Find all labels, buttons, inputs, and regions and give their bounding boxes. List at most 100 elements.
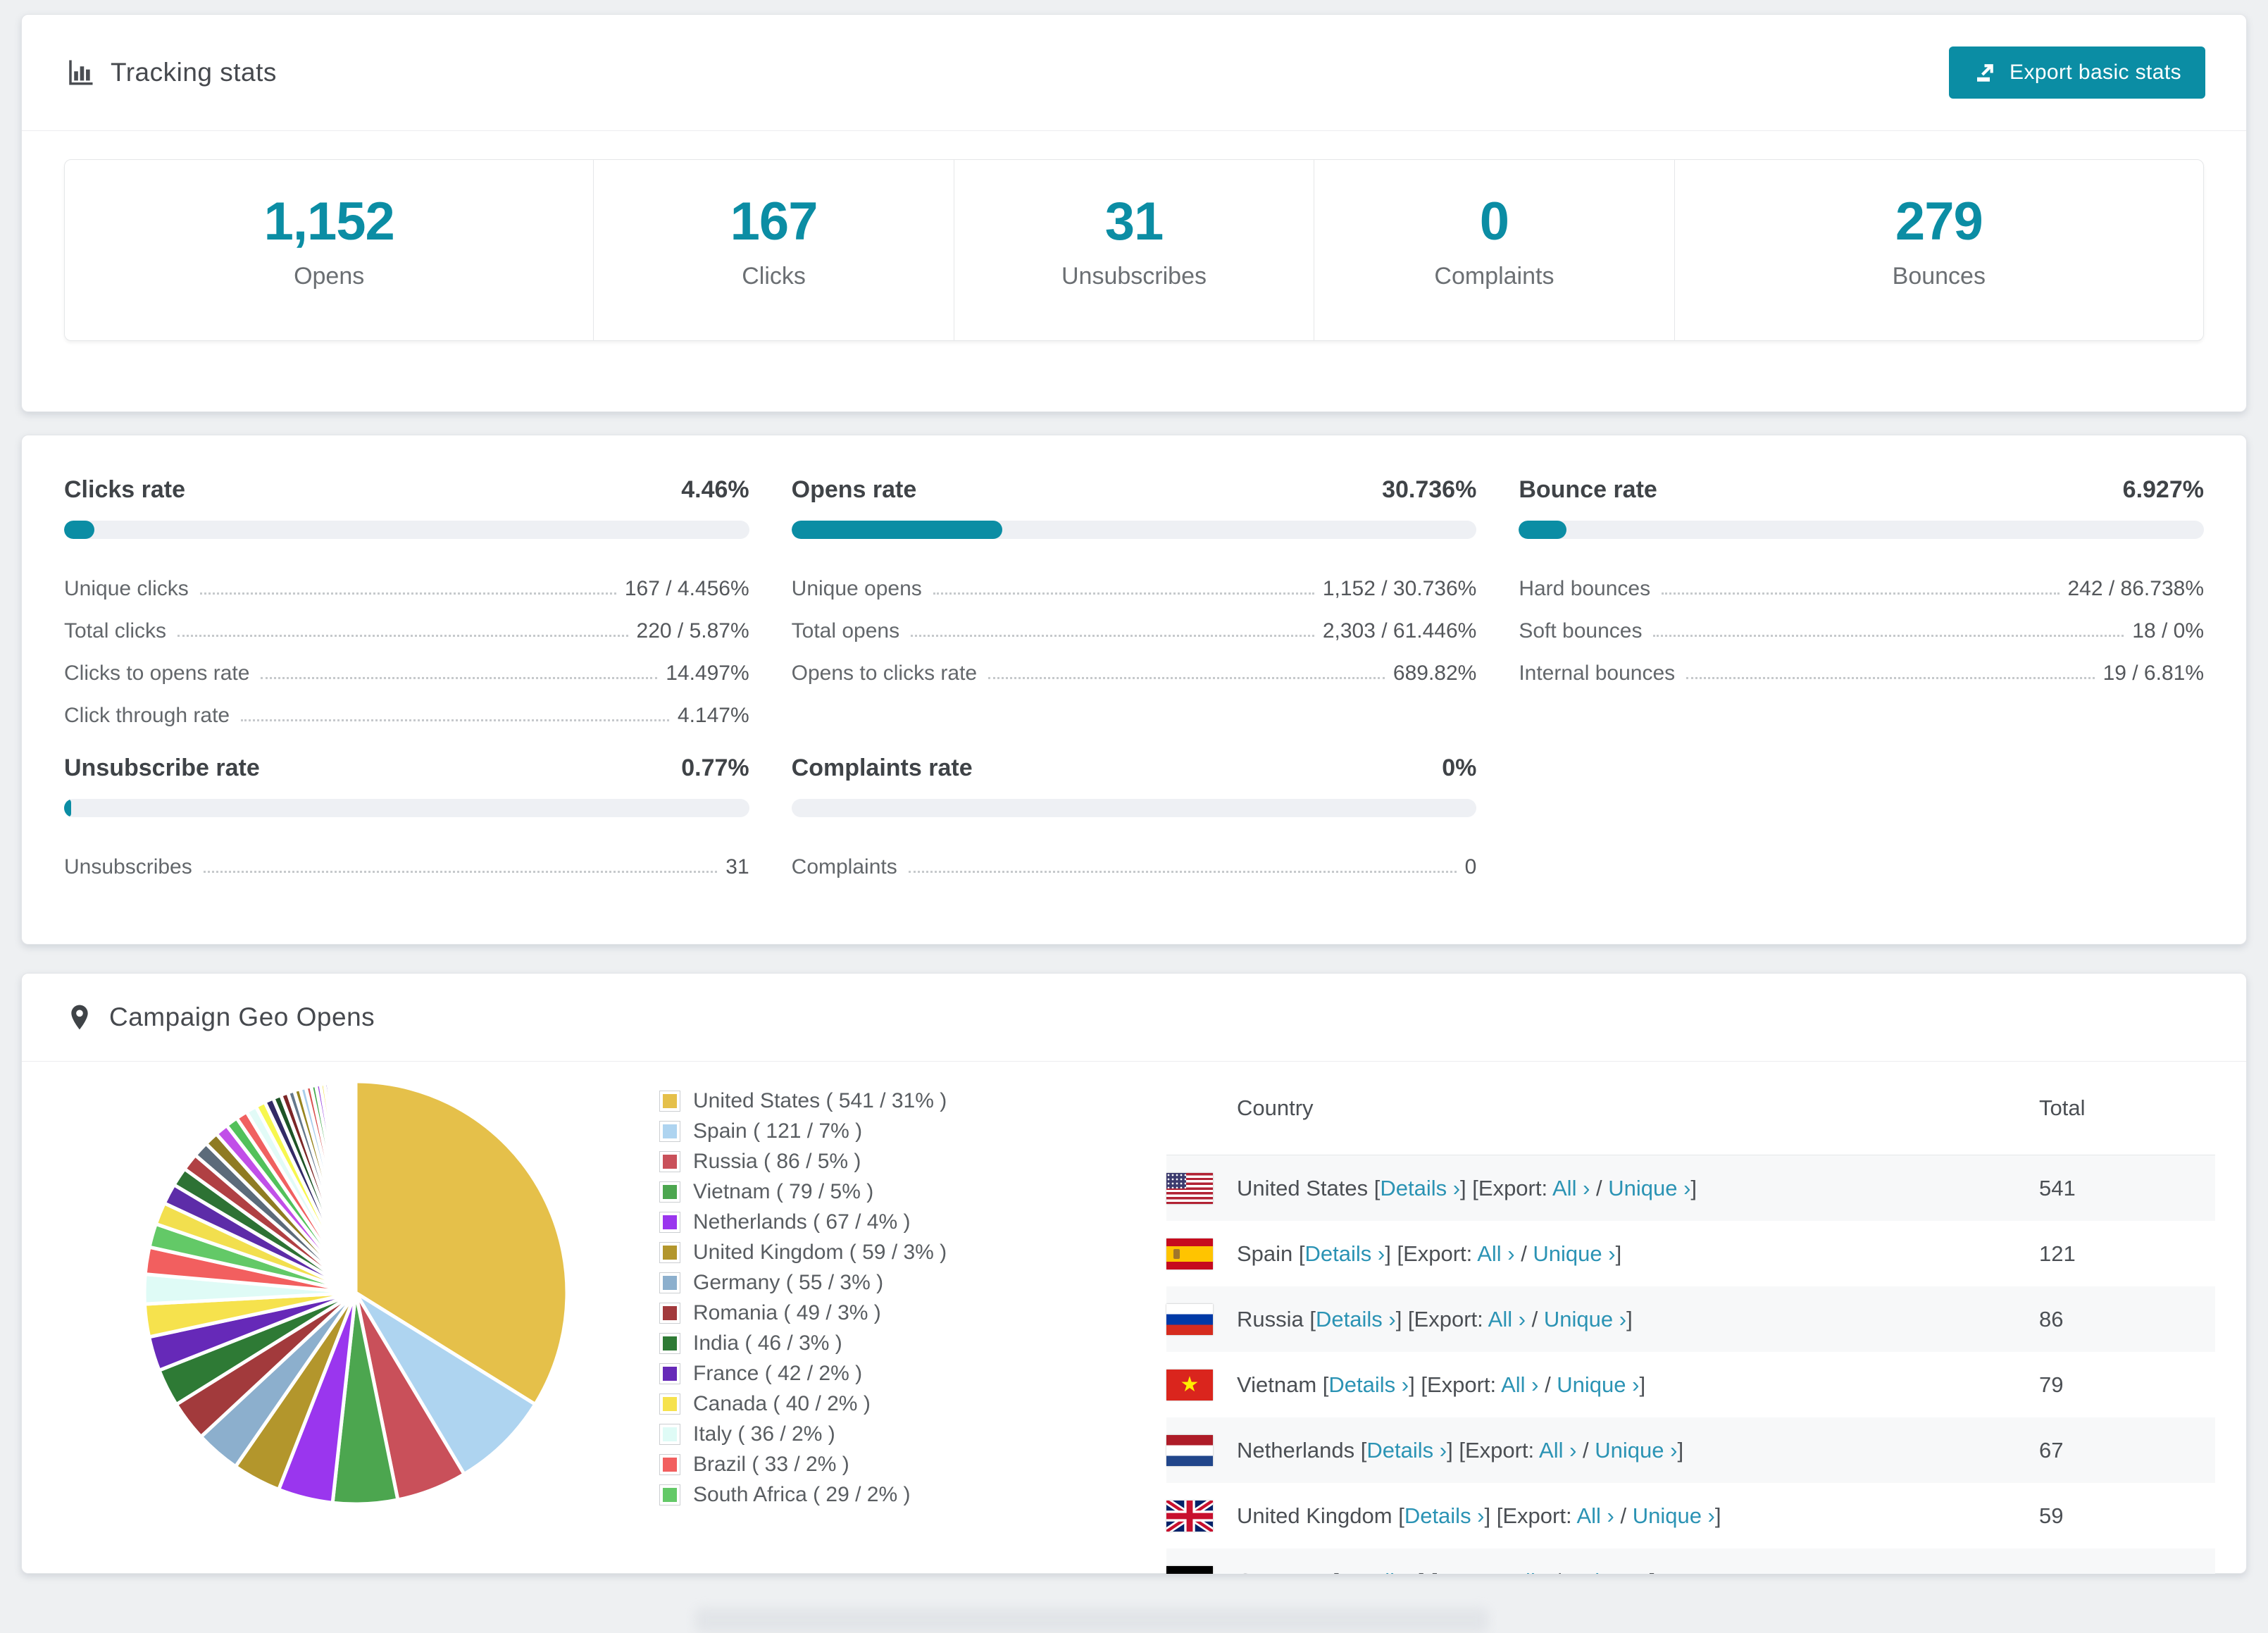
legend-item-india[interactable]: India ( 46 / 3% ) (659, 1328, 947, 1358)
legend-item-canada[interactable]: Canada ( 40 / 2% ) (659, 1389, 947, 1419)
dotted-leader (261, 677, 657, 679)
country-cell: Germany [Details ›] [Export: All › / Uni… (1237, 1569, 2039, 1575)
legend-item-netherlands[interactable]: Netherlands ( 67 / 4% ) (659, 1207, 947, 1237)
page-title: Tracking stats (111, 58, 277, 87)
export-unique-link[interactable]: Unique › (1633, 1503, 1715, 1528)
details-link[interactable]: Details › (1328, 1372, 1409, 1397)
export-all-link[interactable]: All › (1511, 1569, 1548, 1575)
export-unique-link[interactable]: Unique › (1595, 1438, 1677, 1463)
rate-detail-row: Click through rate4.147% (64, 685, 749, 728)
rate-detail-row: Total opens2,303 / 61.446% (792, 601, 1477, 643)
legend-item-vietnam[interactable]: Vietnam ( 79 / 5% ) (659, 1176, 947, 1207)
bracket: ] (1639, 1372, 1645, 1397)
bracket: ] [ (1447, 1438, 1465, 1463)
flag-cell (1166, 1566, 1237, 1575)
export-all-link[interactable]: All › (1501, 1372, 1538, 1397)
details-link[interactable]: Details › (1305, 1241, 1385, 1266)
export-unique-link[interactable]: Unique › (1567, 1569, 1650, 1575)
rate-percent: 4.46% (681, 476, 749, 504)
slash-separator: / (1614, 1503, 1633, 1528)
country-name: Vietnam (1237, 1372, 1316, 1397)
geo-table-header: Country Total (1166, 1062, 2215, 1155)
detail-label: Clicks to opens rate (64, 662, 249, 685)
legend-item-france[interactable]: France ( 42 / 2% ) (659, 1358, 947, 1389)
details-link[interactable]: Details › (1404, 1503, 1485, 1528)
legend-swatch (659, 1393, 680, 1415)
bracket: ] (1715, 1503, 1721, 1528)
rate-detail-row: Total clicks220 / 5.87% (64, 601, 749, 643)
geo-legend: United States ( 541 / 31% )Spain ( 121 /… (659, 1086, 947, 1510)
export-unique-link[interactable]: Unique › (1557, 1372, 1639, 1397)
geo-table-row-netherlands: Netherlands [Details ›] [Export: All › /… (1166, 1417, 2215, 1483)
flag-cell (1166, 1304, 1237, 1335)
country-name: United Kingdom (1237, 1503, 1392, 1528)
dotted-leader (911, 635, 1314, 637)
rate-detail-row: Opens to clicks rate689.82% (792, 643, 1477, 685)
dotted-leader (200, 592, 616, 595)
dotted-leader (933, 592, 1314, 595)
legend-item-south-africa[interactable]: South Africa ( 29 / 2% ) (659, 1479, 947, 1510)
legend-item-germany[interactable]: Germany ( 55 / 3% ) (659, 1267, 947, 1298)
details-link[interactable]: Details › (1380, 1176, 1460, 1200)
rate-block-unsubscribe-rate: Unsubscribe rate0.77%Unsubscribes31 (64, 755, 749, 879)
export-unique-link[interactable]: Unique › (1544, 1307, 1626, 1331)
gb-flag-icon (1166, 1501, 1213, 1532)
dotted-leader (1686, 677, 2094, 679)
geo-title: Campaign Geo Opens (109, 1002, 375, 1032)
export-prefix: Export: (1437, 1569, 1511, 1575)
legend-label: Brazil ( 33 / 2% ) (693, 1453, 849, 1477)
legend-item-spain[interactable]: Spain ( 121 / 7% ) (659, 1116, 947, 1146)
country-name: United States (1237, 1176, 1368, 1200)
rate-title: Bounce rate (1519, 476, 1657, 504)
rate-detail-row: Hard bounces242 / 86.738% (1519, 559, 2204, 601)
export-prefix: Export: (1502, 1503, 1576, 1528)
legend-item-romania[interactable]: Romania ( 49 / 3% ) (659, 1298, 947, 1328)
geo-table-row-united-states: United States [Details ›] [Export: All ›… (1166, 1155, 2215, 1221)
flag-cell (1166, 1501, 1237, 1532)
detail-label: Opens to clicks rate (792, 662, 977, 685)
geo-header: Campaign Geo Opens (22, 974, 2246, 1062)
stat-box-clicks: 167Clicks (593, 160, 953, 340)
export-all-link[interactable]: All › (1477, 1241, 1514, 1266)
export-unique-link[interactable]: Unique › (1533, 1241, 1615, 1266)
legend-label: Germany ( 55 / 3% ) (693, 1271, 883, 1295)
country-cell: Russia [Details ›] [Export: All › / Uniq… (1237, 1307, 2039, 1332)
es-flag-icon (1166, 1238, 1213, 1269)
bracket: ] [ (1460, 1176, 1478, 1200)
details-link[interactable]: Details › (1339, 1569, 1419, 1575)
stat-label: Opens (294, 263, 364, 290)
export-all-link[interactable]: All › (1552, 1176, 1590, 1200)
export-unique-link[interactable]: Unique › (1608, 1176, 1690, 1200)
slash-separator: / (1576, 1438, 1595, 1463)
export-all-link[interactable]: All › (1576, 1503, 1614, 1528)
rate-block-complaints-rate: Complaints rate0%Complaints0 (792, 755, 1477, 879)
detail-label: Unsubscribes (64, 855, 192, 879)
legend-item-united-states[interactable]: United States ( 541 / 31% ) (659, 1086, 947, 1116)
export-all-link[interactable]: All › (1539, 1438, 1576, 1463)
details-link[interactable]: Details › (1316, 1307, 1396, 1331)
legend-item-russia[interactable]: Russia ( 86 / 5% ) (659, 1146, 947, 1176)
bracket: ] (1616, 1241, 1622, 1266)
slash-separator: / (1538, 1372, 1557, 1397)
us-flag-icon (1166, 1173, 1213, 1204)
bracket: ] (1677, 1438, 1683, 1463)
rate-title: Clicks rate (64, 476, 185, 504)
export-basic-stats-button[interactable]: Export basic stats (1949, 46, 2205, 99)
detail-value: 18 / 0% (2132, 619, 2204, 643)
stat-label: Complaints (1434, 263, 1554, 290)
detail-value: 2,303 / 61.446% (1323, 619, 1477, 643)
legend-item-united-kingdom[interactable]: United Kingdom ( 59 / 3% ) (659, 1237, 947, 1267)
de-flag-icon (1166, 1566, 1213, 1575)
rate-progress-fill (64, 521, 94, 539)
dotted-leader (204, 871, 718, 873)
total-column-header: Total (2039, 1095, 2215, 1121)
export-all-link[interactable]: All › (1488, 1307, 1526, 1331)
country-name: Spain (1237, 1241, 1292, 1266)
details-link[interactable]: Details › (1366, 1438, 1447, 1463)
flag-cell (1166, 1435, 1237, 1466)
rate-progress-bar (792, 521, 1477, 539)
legend-item-brazil[interactable]: Brazil ( 33 / 2% ) (659, 1449, 947, 1479)
legend-item-italy[interactable]: Italy ( 36 / 2% ) (659, 1419, 947, 1449)
ru-flag-icon (1166, 1304, 1213, 1335)
rate-detail-row: Internal bounces19 / 6.81% (1519, 643, 2204, 685)
